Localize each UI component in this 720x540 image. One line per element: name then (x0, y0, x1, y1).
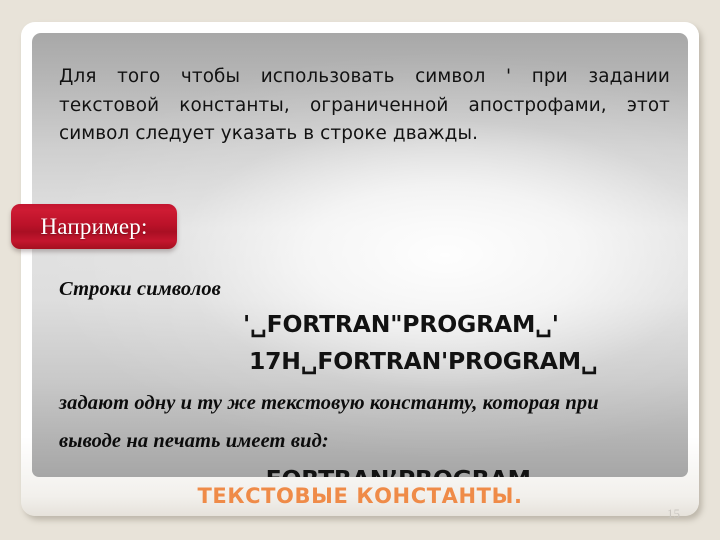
explanation-line-1: задают одну и ту же текстовую константу,… (59, 392, 599, 414)
code-line-3: ␣FORTRAN’PROGRAM␣ (59, 464, 679, 477)
code-line-1: '␣FORTRAN"PROGRAM␣' (243, 310, 559, 338)
example-badge-label: Например: (40, 214, 148, 239)
slide-content-panel: Для того чтобы использовать символ ' при… (32, 33, 688, 477)
explanation-line-2: выводе на печать имеет вид: (59, 430, 329, 452)
page-number: 15 (667, 506, 680, 521)
code-line-2: 17H␣FORTRAN'PROGRAM␣ (249, 347, 598, 375)
example-badge: Например: (11, 204, 177, 249)
body-block: Строки символов '␣FORTRAN"PROGRAM␣' 17H␣… (59, 276, 679, 477)
lead-line: Строки символов (59, 278, 221, 300)
slide-frame: Для того чтобы использовать символ ' при… (11, 22, 699, 521)
slide-title: ТЕКСТОВЫЕ КОНСТАНТЫ. (197, 484, 523, 508)
intro-paragraph: Для того чтобы использовать символ ' при… (59, 66, 670, 144)
